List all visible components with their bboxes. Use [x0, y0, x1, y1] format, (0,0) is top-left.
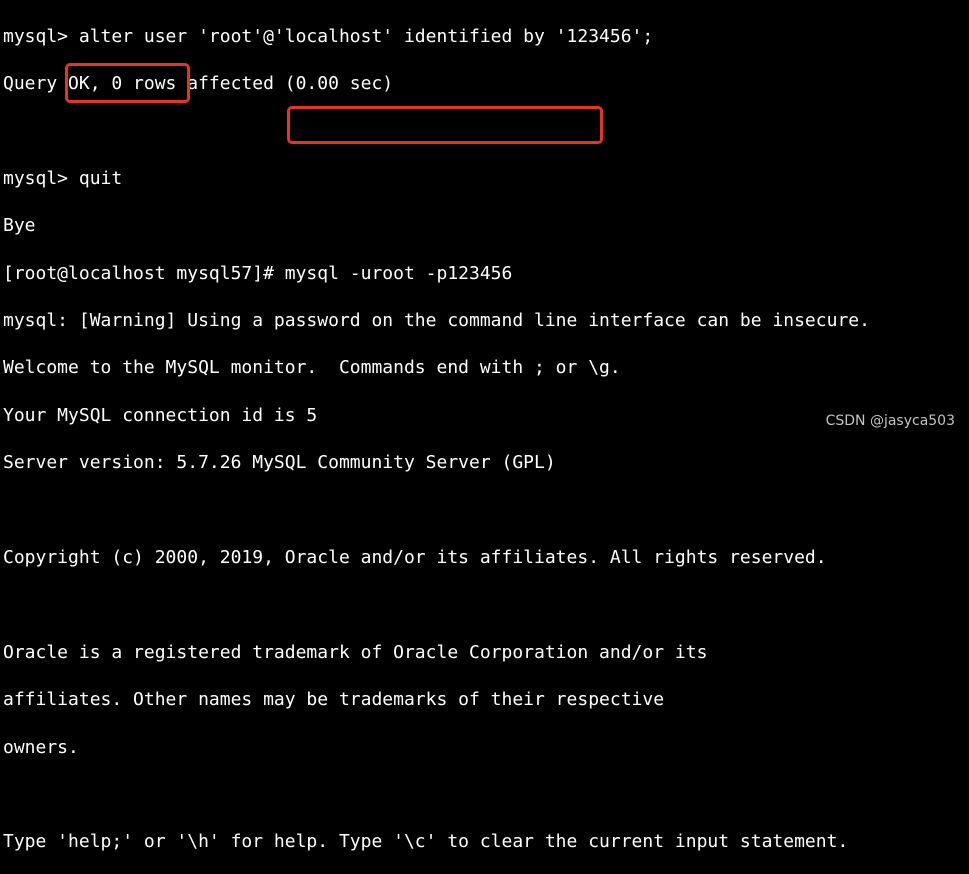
terminal-line-alter-user: mysql> alter user 'root'@'localhost' ide…: [3, 25, 654, 47]
terminal-line-connection-id: Your MySQL connection id is 5: [3, 404, 318, 426]
terminal-line-copyright: Copyright (c) 2000, 2019, Oracle and/or …: [3, 547, 827, 568]
terminal-line-server-version: Server version: 5.7.26 MySQL Community S…: [3, 452, 556, 474]
watermark: CSDN @jasyca503: [825, 413, 955, 429]
terminal-line-login-command: [root@localhost mysql57]# mysql -uroot -…: [3, 262, 513, 284]
terminal-line-warning: mysql: [Warning] Using a password on the…: [3, 310, 870, 332]
terminal-line-welcome: Welcome to the MySQL monitor. Commands e…: [3, 357, 621, 379]
highlight-box-login-command: [287, 106, 603, 144]
terminal-line-bye: Bye: [3, 215, 36, 237]
terminal-line-trademark-2: affiliates. Other names may be trademark…: [3, 689, 665, 711]
terminal-line-help: Type 'help;' or '\h' for help. Type '\c'…: [3, 831, 849, 853]
terminal-line-trademark-1: Oracle is a registered trademark of Orac…: [3, 641, 708, 663]
highlight-box-quit: [65, 63, 190, 103]
terminal-line-trademark-3: owners.: [3, 736, 79, 758]
terminal-line-quit: mysql> quit: [3, 167, 123, 189]
